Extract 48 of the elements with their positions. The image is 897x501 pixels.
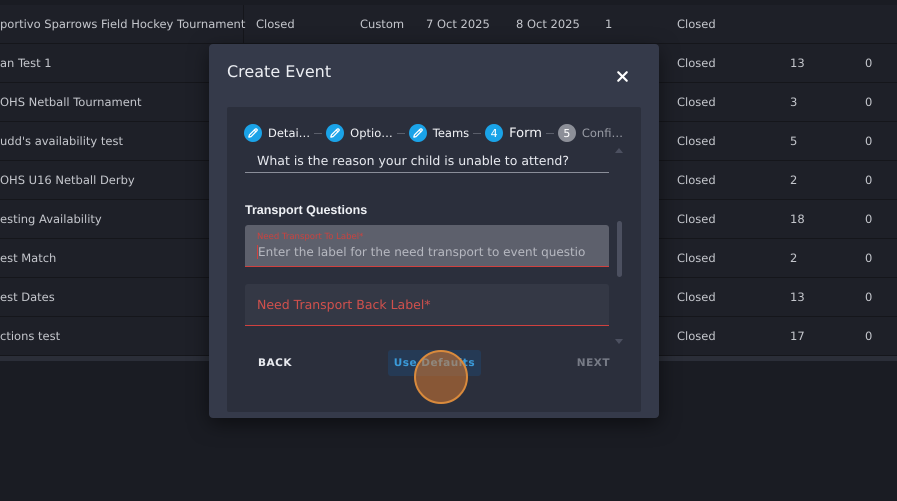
table-cell-text: 5 (789, 133, 798, 150)
table-cell: portivo Sparrows Field Hockey Tournament (0, 5, 244, 43)
table-cell-text: Closed (676, 211, 717, 228)
table-cell-text: 0 (864, 55, 874, 72)
table-cell-text: 1 (604, 16, 614, 33)
step-number: 5 (558, 124, 576, 142)
table-cell-text: 0 (864, 328, 874, 345)
table-cell-text: 8 Oct 2025 (515, 16, 581, 33)
step-label[interactable]: Detai… (268, 126, 310, 140)
scrollbar-thumb[interactable] (616, 221, 622, 277)
section-title: Transport Questions (245, 203, 368, 217)
step-label[interactable]: Form (509, 126, 542, 140)
table-cell-text: 3 (789, 94, 798, 111)
table-cell-text: Closed (676, 94, 717, 111)
step-label[interactable]: Confi… (582, 126, 623, 140)
table-cell-text: 0 (864, 289, 874, 306)
field-label: Need Transport To Label* (257, 232, 364, 242)
reason-field[interactable]: What is the reason your child is unable to attend? (245, 148, 609, 173)
table-cell-text: 2 (789, 250, 798, 267)
table-cell-text: Closed (255, 16, 296, 33)
table-cell-text: Closed (676, 289, 717, 306)
scroll-up-icon[interactable] (615, 148, 623, 153)
table-cell-text: 2 (789, 172, 798, 189)
table-cell-text: Closed (676, 328, 717, 345)
table-cell-text: 13 (789, 289, 806, 306)
table-cell-text: 0 (864, 211, 874, 228)
table-cell-text: 0 (864, 250, 874, 267)
table-cell-text: Closed (676, 16, 717, 33)
table-cell-text: Closed (676, 55, 717, 72)
input-field[interactable]: Enter the label for the need transport to event questio (257, 245, 598, 259)
dialog-button[interactable]: BACK (252, 350, 298, 376)
table-cell-text: 17 (789, 328, 806, 345)
table-cell-text: 7 Oct 2025 (425, 16, 491, 33)
field-label: Need Transport Back Label* (257, 297, 432, 312)
table-cell-text: Custom (359, 16, 406, 33)
step-label[interactable]: Teams (432, 126, 470, 140)
table-cell-text: Closed (676, 250, 717, 267)
table-cell-text: 0 (864, 94, 874, 111)
table-cell-text: 0 (864, 133, 874, 150)
close-button[interactable] (614, 68, 631, 85)
table-cell-text: Closed (676, 172, 717, 189)
table-cell-text: 18 (789, 211, 806, 228)
step-number: 4 (485, 124, 504, 142)
table-cell-text: Closed (676, 133, 717, 150)
scroll-down-icon[interactable] (615, 339, 623, 344)
step-label[interactable]: Optio… (350, 126, 393, 140)
table-cell-text: 13 (789, 55, 806, 72)
table-cell-text: 0 (864, 172, 874, 189)
